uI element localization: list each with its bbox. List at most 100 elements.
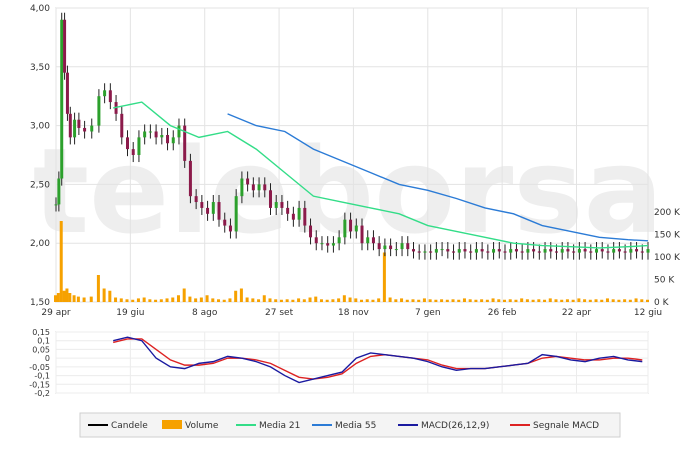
candle-body <box>63 19 67 73</box>
volume-bar <box>176 295 180 302</box>
volume-bar <box>171 297 175 302</box>
volume-bar <box>388 297 392 302</box>
candle-body <box>377 243 381 250</box>
volume-bar <box>594 299 598 302</box>
candle-body <box>554 251 558 253</box>
volume-bar <box>89 296 93 302</box>
volume-tick-label: 0 K <box>654 298 670 308</box>
volume-bar <box>182 288 186 302</box>
volume-bar <box>480 299 484 302</box>
volume-bar <box>159 299 163 302</box>
candle-body <box>309 225 313 238</box>
candle-body <box>211 202 215 214</box>
volume-bar <box>68 293 72 302</box>
volume-bar <box>108 290 112 302</box>
volume-bar <box>125 299 129 302</box>
volume-bar <box>583 299 587 302</box>
volume-bar <box>491 298 495 302</box>
volume-bar <box>360 299 364 302</box>
volume-bar <box>199 297 203 302</box>
macd-tick-label: 0,1 <box>37 337 50 346</box>
volume-bar <box>325 299 329 302</box>
volume-bar <box>565 299 569 302</box>
candle-body <box>583 249 587 252</box>
candle-body <box>532 249 536 252</box>
candle-body <box>206 207 210 214</box>
volume-bar <box>245 297 249 302</box>
candle-body <box>297 207 301 220</box>
candle-body <box>360 225 364 244</box>
candle-body <box>434 249 438 253</box>
volume-bar <box>251 298 255 302</box>
candle-body <box>646 249 650 253</box>
candle-body <box>326 243 330 246</box>
volume-bar <box>560 299 564 302</box>
legend-label: Candele <box>111 421 148 431</box>
x-tick-label: 18 nov <box>338 308 370 318</box>
volume-bar <box>462 298 466 302</box>
volume-tick-label: 100 K <box>654 253 681 263</box>
volume-bar <box>234 290 238 302</box>
candle-body <box>337 237 341 244</box>
candle-body <box>97 96 101 126</box>
price-tick-label: 3,00 <box>30 122 50 132</box>
volume-bar <box>331 299 335 302</box>
volume-bar <box>297 298 301 302</box>
volume-bar <box>382 252 386 302</box>
volume-bar <box>76 296 80 302</box>
volume-bar <box>337 298 341 302</box>
candle-body <box>234 196 238 232</box>
volume-bar <box>508 299 512 302</box>
volume-bar <box>291 299 295 302</box>
candle-body <box>411 249 415 252</box>
candle-body <box>314 237 318 244</box>
candle-body <box>83 127 87 132</box>
candle-body <box>240 178 244 197</box>
volume-tick-label: 200 K <box>654 208 681 218</box>
candle-body <box>108 90 112 103</box>
volume-bar <box>62 290 66 302</box>
volume-bar <box>262 295 266 302</box>
volume-bar <box>54 295 57 302</box>
volume-bar <box>623 299 627 302</box>
legend-label: MACD(26,12,9) <box>421 421 489 431</box>
candle-body <box>120 113 124 138</box>
volume-bar <box>531 299 535 302</box>
volume-bar <box>342 295 346 302</box>
candle-body <box>103 90 107 97</box>
volume-bar <box>611 299 615 302</box>
volume-bar <box>131 299 135 302</box>
candle-body <box>452 251 456 253</box>
candle-body <box>331 243 335 246</box>
volume-bar <box>59 221 63 302</box>
candle-body <box>143 131 147 138</box>
candle-body <box>486 251 490 253</box>
volume-bar <box>285 299 289 302</box>
candle-body <box>469 251 473 253</box>
volume-bar <box>65 288 69 302</box>
candle-body <box>371 237 375 244</box>
volume-bar <box>82 297 86 302</box>
candle-body <box>251 184 255 191</box>
volume-bar <box>348 297 352 302</box>
volume-bar <box>571 299 575 302</box>
legend-label: Volume <box>185 421 219 431</box>
candle-body <box>188 160 192 197</box>
volume-bar <box>600 299 604 302</box>
volume-bar <box>411 299 415 302</box>
volume-bar <box>428 299 432 302</box>
candle-body <box>520 251 524 253</box>
candle-body <box>595 249 599 253</box>
volume-bar <box>302 299 306 302</box>
volume-bar <box>485 299 489 302</box>
volume-bar <box>634 298 638 302</box>
volume-bar <box>617 299 621 302</box>
candle-body <box>274 202 278 208</box>
stock-chart: teleborsa4,003,503,002,502,001,5029 apr 1… <box>29 4 681 438</box>
candle-body <box>246 178 250 185</box>
candle-body <box>640 251 644 253</box>
candle-body <box>148 131 152 133</box>
candle-body <box>354 225 358 232</box>
candle-body <box>177 125 181 138</box>
candle-body <box>617 249 621 252</box>
